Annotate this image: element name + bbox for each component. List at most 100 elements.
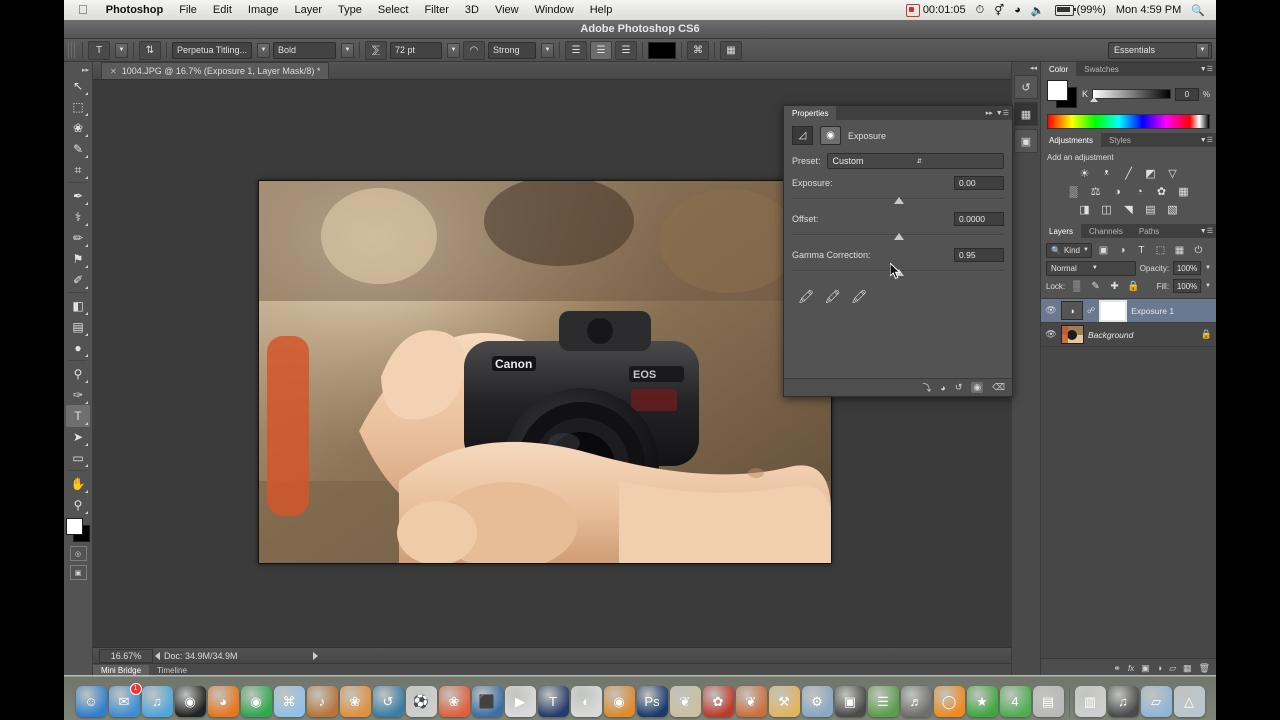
properties-panel[interactable]: Properties ▸▸ ▼☰ ◿ ◉ Exposure Preset: Cu… bbox=[783, 105, 1013, 397]
path-selection-tool-icon[interactable]: ➤ bbox=[66, 426, 90, 448]
layers-panel-menu-icon[interactable]: ▼☰ bbox=[1200, 224, 1216, 238]
rectangle-shape-tool-icon[interactable]: ▭ bbox=[66, 447, 90, 469]
battery-menu[interactable]: (99%) bbox=[1050, 4, 1111, 16]
menu-filter[interactable]: Filter bbox=[416, 4, 456, 16]
dock-item-app-silver[interactable]: ▤ bbox=[1032, 686, 1064, 717]
lock-all-icon[interactable]: 🔒 bbox=[1126, 279, 1141, 293]
lasso-tool-icon[interactable]: ❀ bbox=[66, 117, 90, 139]
offset-value-field[interactable]: 0.0000 bbox=[954, 212, 1004, 226]
toggle-visibility-icon[interactable]: ◉ bbox=[971, 382, 984, 393]
exposure-icon[interactable]: ◩ bbox=[1142, 166, 1159, 181]
dock-item-app-microphone[interactable]: ♬ bbox=[900, 686, 932, 717]
dock-item-itunes[interactable]: ♫ bbox=[141, 686, 173, 717]
delete-adjustment-icon[interactable]: ⌫ bbox=[992, 382, 1005, 393]
dock-item-garageband[interactable]: ♪ bbox=[306, 686, 338, 717]
menu-view[interactable]: View bbox=[487, 4, 527, 16]
anti-alias-arrow[interactable]: ▼ bbox=[541, 42, 554, 58]
dock-item-finder[interactable]: ☺ bbox=[75, 686, 107, 717]
menu-type[interactable]: Type bbox=[330, 4, 370, 16]
color-lookup-icon[interactable]: ▦ bbox=[1175, 184, 1192, 199]
timemachine-menu-icon[interactable]: ⏱ bbox=[971, 4, 990, 17]
brightness-contrast-icon[interactable]: ☀ bbox=[1076, 166, 1093, 181]
offset-slider-track[interactable] bbox=[792, 230, 1004, 241]
menu-select[interactable]: Select bbox=[370, 4, 417, 16]
lock-transparent-pixels-icon[interactable]: ▒ bbox=[1069, 279, 1084, 293]
quick-selection-tool-icon[interactable]: ✎ bbox=[66, 138, 90, 160]
dock-item-dvd-player[interactable]: ◉ bbox=[174, 686, 206, 717]
dock-item-app-cards[interactable]: ☰ bbox=[867, 686, 899, 717]
layer-visibility-icon[interactable]: 👁 bbox=[1045, 305, 1057, 316]
character-panel-icon[interactable]: ▦ bbox=[720, 40, 742, 60]
new-layer-icon[interactable]: ▦ bbox=[1183, 663, 1192, 674]
blur-tool-icon[interactable]: ● bbox=[66, 337, 90, 359]
text-orientation-icon[interactable]: ⇅ bbox=[139, 40, 161, 60]
color-spectrum-ramp[interactable] bbox=[1047, 114, 1210, 129]
tab-paths[interactable]: Paths bbox=[1131, 224, 1167, 238]
dock-item-imovie[interactable]: ⬛ bbox=[471, 686, 503, 717]
marquee-tool-icon[interactable]: ⬚ bbox=[66, 96, 90, 118]
threshold-icon[interactable]: ◥ bbox=[1120, 202, 1137, 217]
reset-adjustment-icon[interactable]: ↺ bbox=[955, 382, 963, 393]
mask-link-icon[interactable]: ☍ bbox=[1087, 306, 1095, 315]
wifi-menu-icon[interactable]: ◕ bbox=[1009, 4, 1026, 16]
gradient-map-icon[interactable]: ▤ bbox=[1142, 202, 1159, 217]
dock-item-trash[interactable]: △ bbox=[1173, 686, 1205, 717]
foreground-background-colors[interactable] bbox=[66, 518, 90, 542]
tab-styles[interactable]: Styles bbox=[1101, 133, 1139, 147]
adjustments-panel-menu-icon[interactable]: ▼☰ bbox=[1200, 133, 1216, 147]
set-white-point-eyedropper[interactable]: 🖍 bbox=[851, 289, 868, 305]
dock-item-downloads-stack[interactable]: ▥ bbox=[1074, 686, 1106, 717]
image-canvas-photo[interactable]: Canon EOS bbox=[258, 180, 832, 564]
dodge-tool-icon[interactable]: ⚲ bbox=[66, 363, 90, 385]
dock-item-system-preferences[interactable]: ⚙ bbox=[801, 686, 833, 717]
lock-position-icon[interactable]: ✚ bbox=[1107, 279, 1122, 293]
hue-saturation-icon[interactable]: ▒ bbox=[1065, 184, 1082, 199]
dock-item-app-star[interactable]: ★ bbox=[966, 686, 998, 717]
move-tool-icon[interactable]: ↖ bbox=[66, 75, 90, 97]
exposure-slider-track[interactable] bbox=[792, 194, 1004, 205]
set-black-point-eyedropper[interactable]: 🖍 bbox=[798, 289, 815, 305]
color-panel-menu-icon[interactable]: ▼☰ bbox=[1200, 62, 1216, 76]
selective-color-icon[interactable]: ▧ bbox=[1164, 202, 1181, 217]
chevron-down-icon[interactable]: ▼ bbox=[1092, 265, 1133, 271]
anti-alias-select[interactable]: Strong bbox=[488, 41, 536, 59]
dock-item-app-ladybug[interactable]: ❦ bbox=[735, 686, 767, 717]
dock-item-pixelmator[interactable]: ◐ bbox=[570, 686, 602, 717]
exposure-slider-thumb[interactable] bbox=[893, 197, 904, 204]
document-tab[interactable]: ✕ 1004.JPG @ 16.7% (Exposure 1, Layer Ma… bbox=[101, 62, 330, 79]
tab-color[interactable]: Color bbox=[1041, 62, 1077, 76]
photo-filter-icon[interactable]: ◔ bbox=[1131, 184, 1148, 199]
offset-slider-thumb[interactable] bbox=[893, 233, 904, 240]
invert-icon[interactable]: ◨ bbox=[1076, 202, 1093, 217]
type-tool-icon[interactable]: T bbox=[88, 40, 110, 60]
menu-photoshop[interactable]: Photoshop bbox=[98, 4, 171, 16]
blend-mode-select[interactable]: Normal ▼ bbox=[1046, 260, 1136, 276]
dock-item-app-video[interactable]: ▣ bbox=[834, 686, 866, 717]
warp-text-icon[interactable]: ⌘ bbox=[687, 40, 709, 60]
status-left-arrow-icon[interactable] bbox=[155, 651, 160, 660]
layer-thumbnail[interactable] bbox=[1061, 325, 1084, 344]
k-channel-slider[interactable]: K 0 % bbox=[1082, 87, 1210, 102]
fill-stepper-icon[interactable]: ▼ bbox=[1205, 283, 1211, 289]
table-row[interactable]: 👁 Background 🔒 bbox=[1041, 323, 1216, 347]
dock-item-time-machine[interactable]: ↺ bbox=[372, 686, 404, 717]
screen-recorder-status[interactable]: 00:01:05 bbox=[901, 3, 971, 17]
close-icon[interactable]: ✕ bbox=[110, 67, 117, 76]
levels-icon[interactable]: ᵜ bbox=[1098, 166, 1115, 181]
exposure-value-field[interactable]: 0.00 bbox=[954, 176, 1004, 190]
dock-item-app-green[interactable]: 4 bbox=[999, 686, 1031, 717]
text-color-swatch[interactable] bbox=[648, 41, 676, 59]
opacity-value-field[interactable]: 100% bbox=[1173, 261, 1202, 275]
font-style-arrow[interactable]: ▼ bbox=[341, 42, 354, 58]
apple-logo-icon[interactable]:  bbox=[78, 2, 88, 17]
eyedropper-tool-icon[interactable]: ✒ bbox=[66, 185, 90, 207]
history-panel-icon[interactable]: ↺ bbox=[1014, 75, 1038, 99]
workspace-arrow[interactable]: ▼ bbox=[1196, 42, 1209, 58]
dock-item-safari[interactable]: ⌘ bbox=[273, 686, 305, 717]
dock-item-app-soccer[interactable]: ⚽ bbox=[405, 686, 437, 717]
new-adjustment-layer-icon[interactable]: ◑ bbox=[1157, 663, 1162, 673]
mini-bridge-panel-icon[interactable]: ▦ bbox=[1014, 102, 1038, 126]
posterize-icon[interactable]: ◫ bbox=[1098, 202, 1115, 217]
k-value-field[interactable]: 0 bbox=[1174, 87, 1199, 101]
align-center-icon[interactable]: ☰ bbox=[590, 40, 612, 60]
